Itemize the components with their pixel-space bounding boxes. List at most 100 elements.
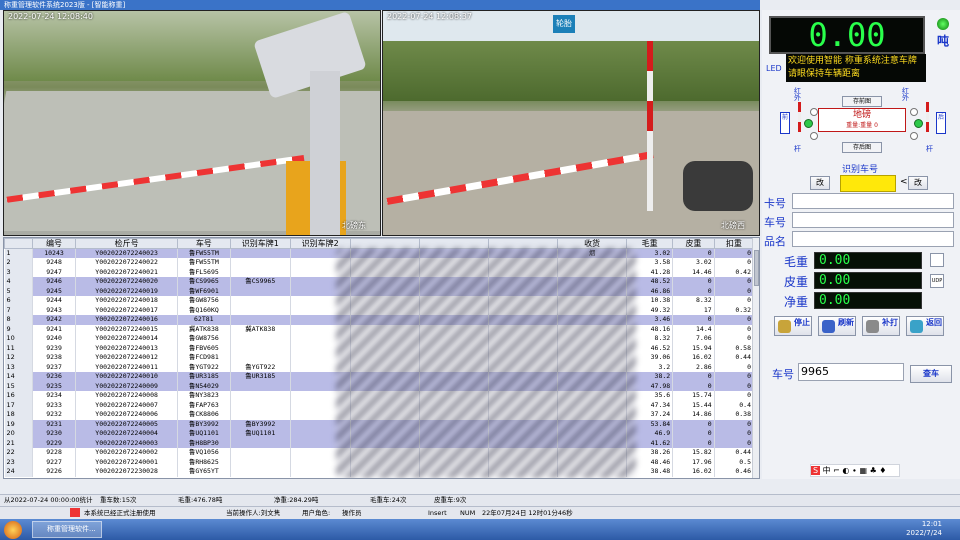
start-button[interactable] [4,521,22,539]
stat-gross: 毛重:476.78吨 [178,496,223,504]
table-cell: 17 [672,305,715,315]
unit-label: 吨 [936,34,949,48]
table-cell: 0 [714,429,755,439]
table-cell: 0 [714,277,755,287]
column-header[interactable] [487,238,559,249]
table-cell: 2.86 [672,362,715,372]
stat-range: 从2022-07-24 00:00:00统计 [4,496,93,504]
refresh-button[interactable]: 刷新 [818,316,856,336]
table-cell: 16.02 [672,467,715,477]
ime-toolbar[interactable]: S 中 ⌐ ◐ ∙ ▦ ♣ ♦ [810,464,900,477]
car-input[interactable] [792,212,954,228]
sign: 轮胎 [553,15,575,33]
return-button[interactable]: 返回 [906,316,944,336]
infrared-left-icon [804,119,813,128]
product-input[interactable] [792,231,954,247]
column-header[interactable]: 检斤号 [75,238,178,249]
change-plate-button-2[interactable]: 改 [908,176,928,190]
save-front-image-button[interactable]: 存前图 [842,96,882,107]
table-cell: 2 [4,258,33,268]
infrared-left-label: 红外 [794,87,801,102]
grid-scrollbar[interactable] [752,238,759,478]
table-cell: 0.44 [714,353,755,363]
column-header[interactable]: 识别车牌2 [289,238,351,249]
table-cell: 鲁FAP763 [177,400,231,410]
table-cell: 9242 [32,315,77,325]
table-cell [230,343,291,353]
tare-value: 0.00 [814,272,922,289]
table-cell: 21 [4,438,33,448]
udp-indicator[interactable]: UDP [930,274,944,288]
tire-stack [683,161,753,211]
column-header[interactable] [418,238,489,249]
scroll-thumb[interactable] [754,250,759,286]
net-value: 0.00 [814,292,922,309]
query-car-label: 车号 [772,368,794,381]
table-cell: 0 [672,372,715,382]
table-cell: Y002022072240019 [75,286,178,296]
infrared-right-icon [914,119,923,128]
taskbar-app[interactable]: 称重管理软件... [32,521,102,538]
column-header[interactable]: 识别车牌1 [229,238,291,249]
checkbox[interactable] [930,253,944,267]
table-cell: 0 [672,277,715,287]
column-header[interactable] [349,238,420,249]
table-cell: Y002022072240010 [75,372,178,382]
table-cell: 鲁BY3992 [177,419,231,429]
table-cell: 0 [672,286,715,296]
table-cell: 9236 [32,372,77,382]
table-cell: 14 [4,372,33,382]
table-cell [230,400,291,410]
status-notice: 本系统已经正式注册使用 [84,509,156,517]
table-cell: 15 [4,381,33,391]
table-cell: 23 [4,457,33,467]
front-side-label: 前 [780,112,790,134]
table-cell: Y002022072240006 [75,410,178,420]
table-cell: 11 [4,343,33,353]
table-cell: 0 [714,381,755,391]
table-cell: 9229 [32,438,77,448]
table-cell [230,296,291,306]
query-car-input[interactable]: 9965 [798,363,904,381]
table-cell [230,410,291,420]
table-cell: 鲁YGT922 [230,362,291,372]
status-role-value: 操作员 [342,509,362,517]
column-header[interactable]: 扣重 [713,238,755,249]
column-header[interactable]: 收货 [556,238,628,249]
change-plate-button[interactable]: 改 [810,176,830,190]
stop-button[interactable]: 停止 [774,316,812,336]
camera-view-east: 2022-07-24 12:08:40 北磅东 [3,10,381,236]
table-cell: 7.06 [672,334,715,344]
column-header[interactable]: 皮重 [672,238,715,249]
stat-net: 净重:284.29吨 [274,496,319,504]
arrow-icon: < [900,177,908,187]
net-label: 净重 [784,295,809,309]
recognized-plate-field[interactable] [840,175,896,192]
table-cell: 16 [4,391,33,401]
table-cell: Y002022072240007 [75,400,178,410]
query-car-button[interactable]: 查车 [910,365,952,383]
table-cell: 9228 [32,448,77,458]
table-cell: 0 [714,324,755,334]
table-cell: 鲁GW8756 [177,296,231,306]
table-cell: 9234 [32,391,77,401]
system-clock[interactable]: 12:01 2022/7/24 [906,520,942,538]
table-cell: 9237 [32,362,77,372]
infrared-right-label: 红外 [902,87,909,102]
reprint-button[interactable]: 补打 [862,316,900,336]
status-bar: 本系统已经正式注册使用 当前操作人:刘文隽 用户角色: 操作员 Insert N… [0,506,960,519]
table-cell: Y002022072240005 [75,419,178,429]
table-cell: 6 [4,296,33,306]
column-header[interactable]: 编号 [31,238,77,249]
column-header[interactable]: 车号 [176,238,231,249]
column-header[interactable]: 毛重 [626,238,674,249]
status-insert: Insert [428,509,447,517]
weighing-records-grid[interactable]: 编号 检斤号 车号 识别车牌1 识别车牌2 收货 毛重 皮重 扣重 1 10243 Y0020220… [3,237,760,479]
save-back-image-button[interactable]: 存后图 [842,142,882,153]
status-lamp-icon [937,18,949,30]
card-input[interactable] [792,193,954,209]
table-cell: 13 [4,362,33,372]
column-header[interactable] [4,238,33,249]
table-cell: 8 [4,315,33,325]
table-cell: 19 [4,419,33,429]
